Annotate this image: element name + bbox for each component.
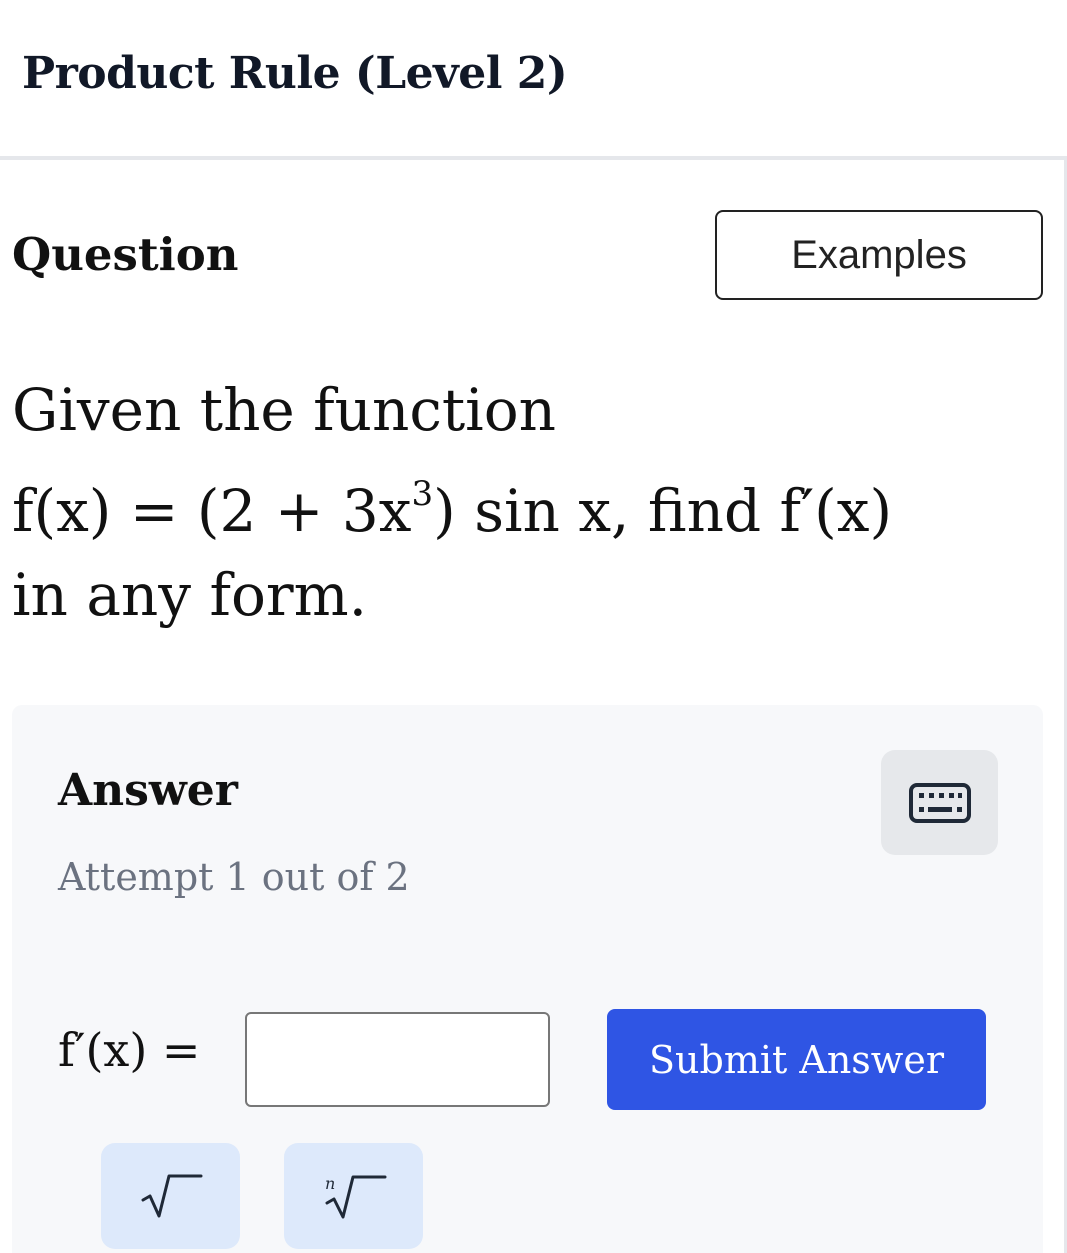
question-function-line: f(x) = (2 + 3x3) sin x, find f′(x)	[12, 452, 1052, 553]
answer-heading: Answer	[58, 765, 238, 816]
nth-root-index: n	[325, 1174, 335, 1193]
page-title: Product Rule (Level 2)	[22, 48, 568, 99]
square-root-icon	[141, 1174, 202, 1218]
nth-root-button[interactable]: n	[284, 1143, 423, 1249]
question-outro: in any form.	[12, 561, 368, 629]
answer-label: f′(x) =	[58, 1023, 201, 1077]
find-text: find	[629, 477, 780, 545]
question-heading: Question	[12, 228, 239, 281]
attempt-counter: Attempt 1 out of 2	[58, 855, 410, 899]
keyboard-icon	[908, 782, 971, 823]
submit-answer-button[interactable]: Submit Answer	[607, 1009, 986, 1110]
function-rhs-close: ) sin x,	[433, 477, 630, 545]
function-rhs-open: (2 + 3x	[196, 477, 412, 545]
function-lhs: f(x) =	[12, 477, 197, 545]
answer-input[interactable]	[245, 1012, 550, 1107]
question-text: Given the function f(x) = (2 + 3x3) sin …	[12, 368, 1052, 637]
answer-panel: Answer Attempt 1 out of 2 f′(x) = Submit…	[12, 705, 1043, 1253]
question-intro: Given the function	[12, 376, 556, 444]
examples-button[interactable]: Examples	[715, 210, 1043, 300]
function-exponent: 3	[411, 474, 434, 514]
target-derivative: f′(x)	[779, 477, 893, 545]
page-header: Product Rule (Level 2)	[0, 0, 1067, 160]
nth-root-icon: n	[325, 1174, 386, 1219]
square-root-button[interactable]	[101, 1143, 240, 1249]
keyboard-toggle-button[interactable]	[881, 750, 998, 855]
